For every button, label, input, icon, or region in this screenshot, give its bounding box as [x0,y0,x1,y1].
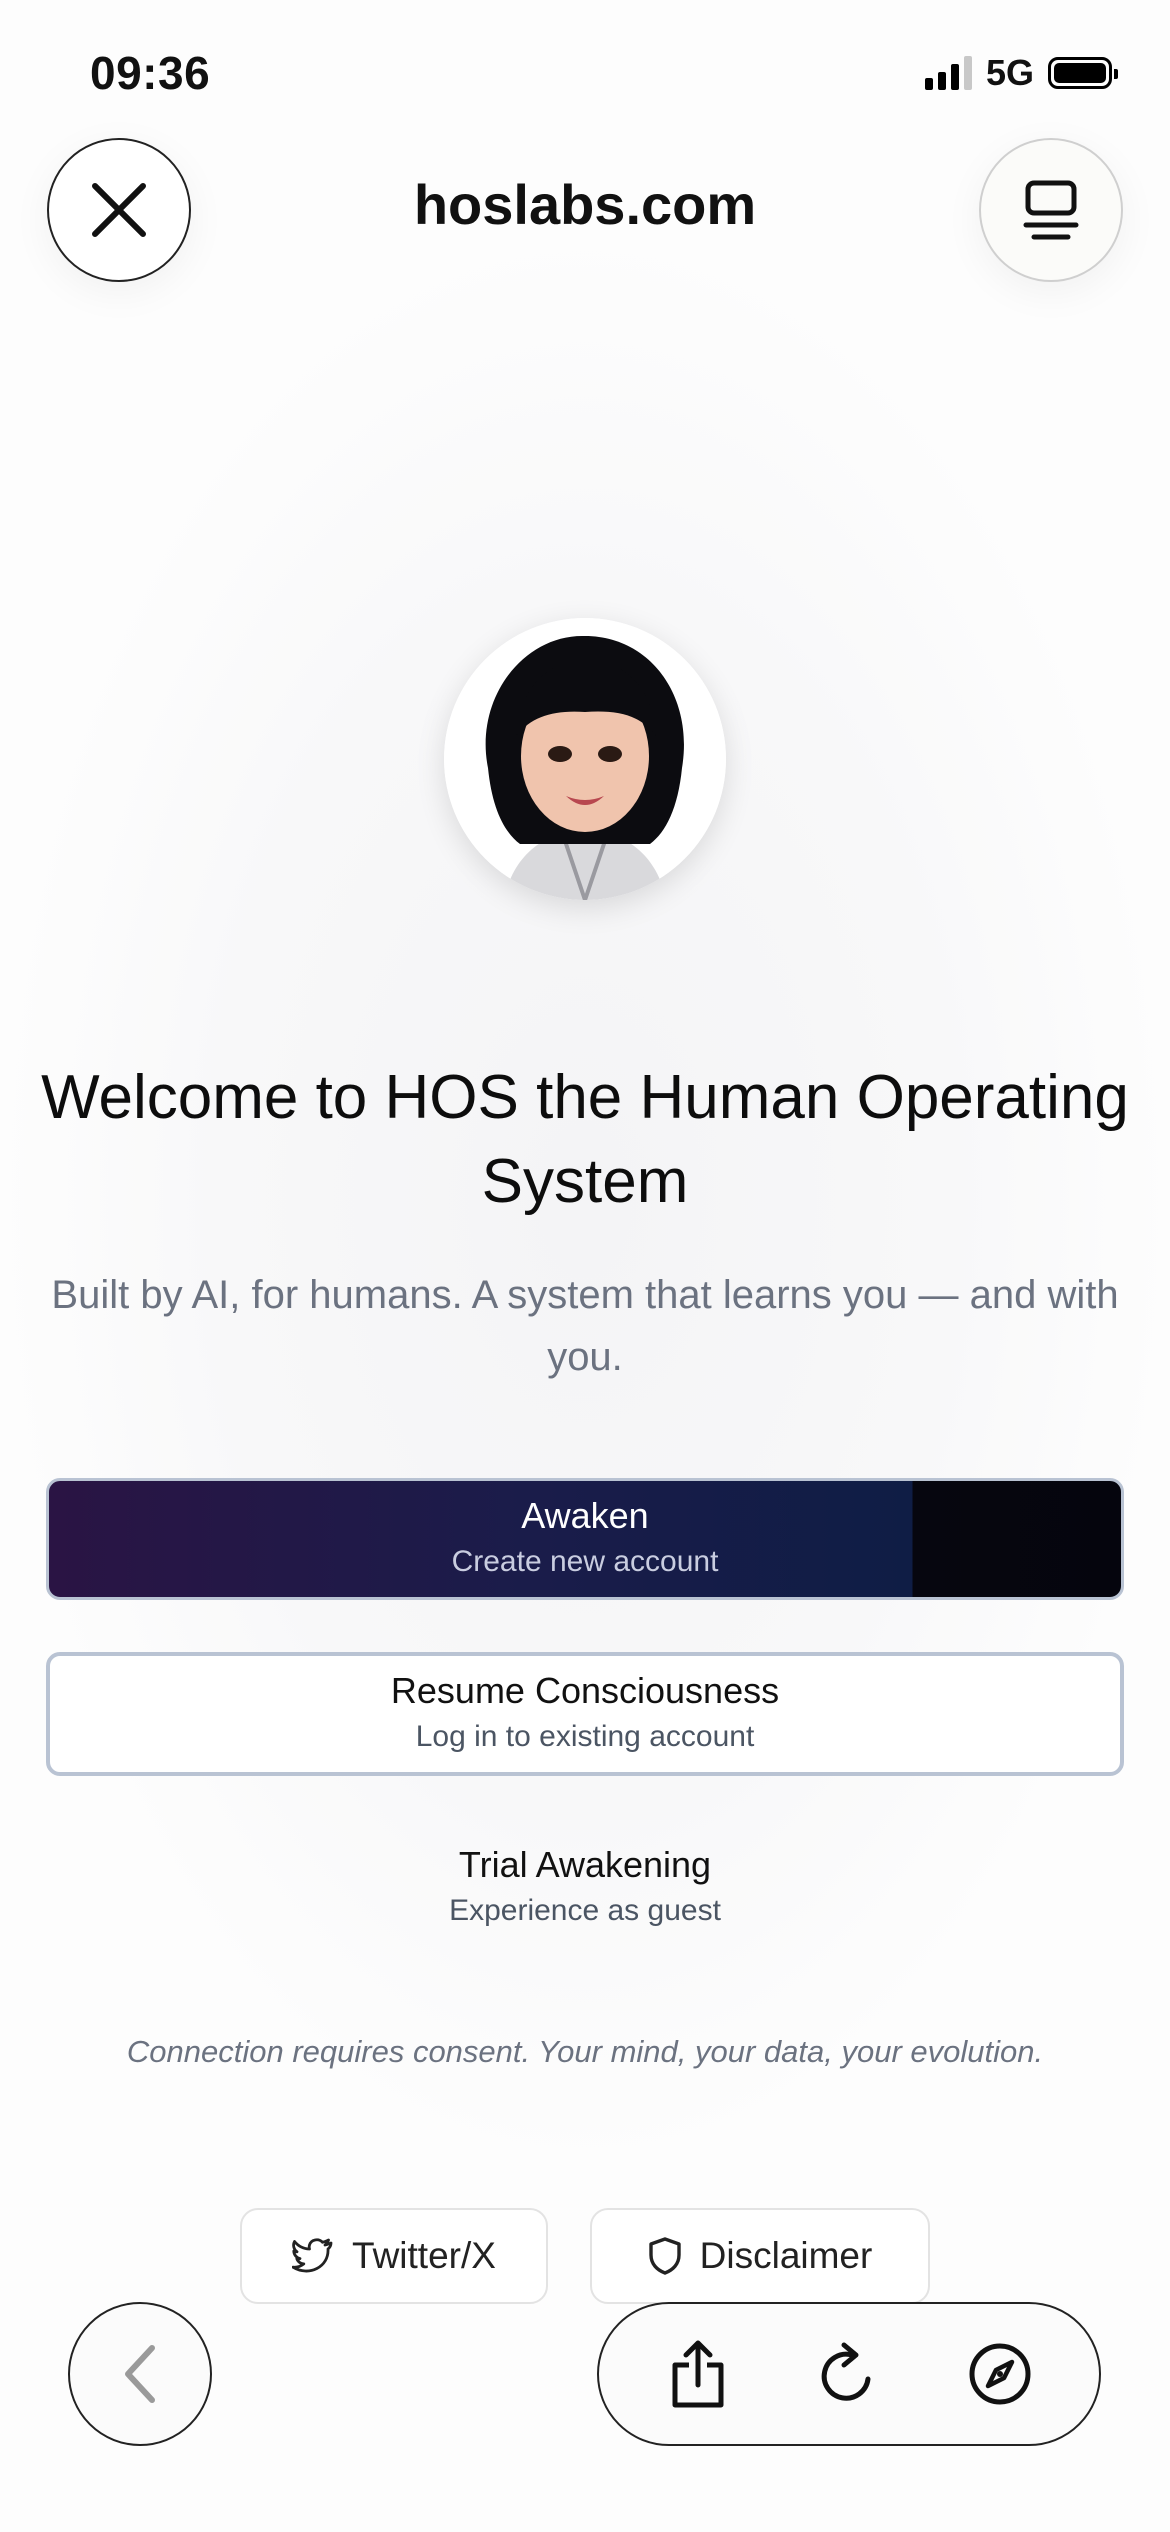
reload-icon [821,2342,871,2401]
disclaimer-label: Disclaimer [699,2235,873,2276]
twitter-link[interactable]: Twitter/X [240,2208,548,2304]
guest-label: Trial Awakening [458,1844,712,1885]
reload-button[interactable] [809,2334,889,2414]
shield-icon [648,2237,681,2275]
share-button[interactable] [658,2334,738,2414]
avatar [444,618,726,900]
login-button[interactable]: Resume Consciousness Log in to existing … [46,1652,1124,1776]
create-account-label: Awaken [521,1495,649,1536]
browser-toolbar [597,2302,1101,2446]
compass-icon [969,2343,1031,2405]
status-indicators: 5G [924,52,1118,94]
guest-sublabel: Experience as guest [449,1894,721,1927]
network-label: 5G [985,52,1034,93]
signal-icon [924,56,972,90]
login-sublabel: Log in to existing account [415,1720,755,1753]
back-button[interactable] [68,2302,212,2446]
page-subtitle: Built by AI, for humans. A system that l… [51,1273,1119,1379]
battery-icon [1048,57,1118,89]
consent-note: Connection requires consent. Your mind, … [126,2034,1044,2069]
tabs-icon [1023,180,1079,240]
login-label: Resume Consciousness [390,1670,780,1711]
create-account-sublabel: Create new account [451,1545,719,1578]
compass-button[interactable] [960,2334,1040,2414]
twitter-label: Twitter/X [352,2235,496,2276]
status-time: 09:36 [90,47,211,99]
chevron-left-icon [125,2345,155,2403]
tabs-button[interactable] [979,138,1123,282]
page-title: Welcome to HOS the Human Operating Syste… [41,1063,1129,1216]
create-account-button[interactable]: Awaken Create new account [46,1478,1124,1600]
share-icon [672,2340,724,2408]
guest-button[interactable]: Trial Awakening Experience as guest [300,1826,870,1950]
disclaimer-link[interactable]: Disclaimer [590,2208,930,2304]
twitter-icon [292,2238,333,2273]
